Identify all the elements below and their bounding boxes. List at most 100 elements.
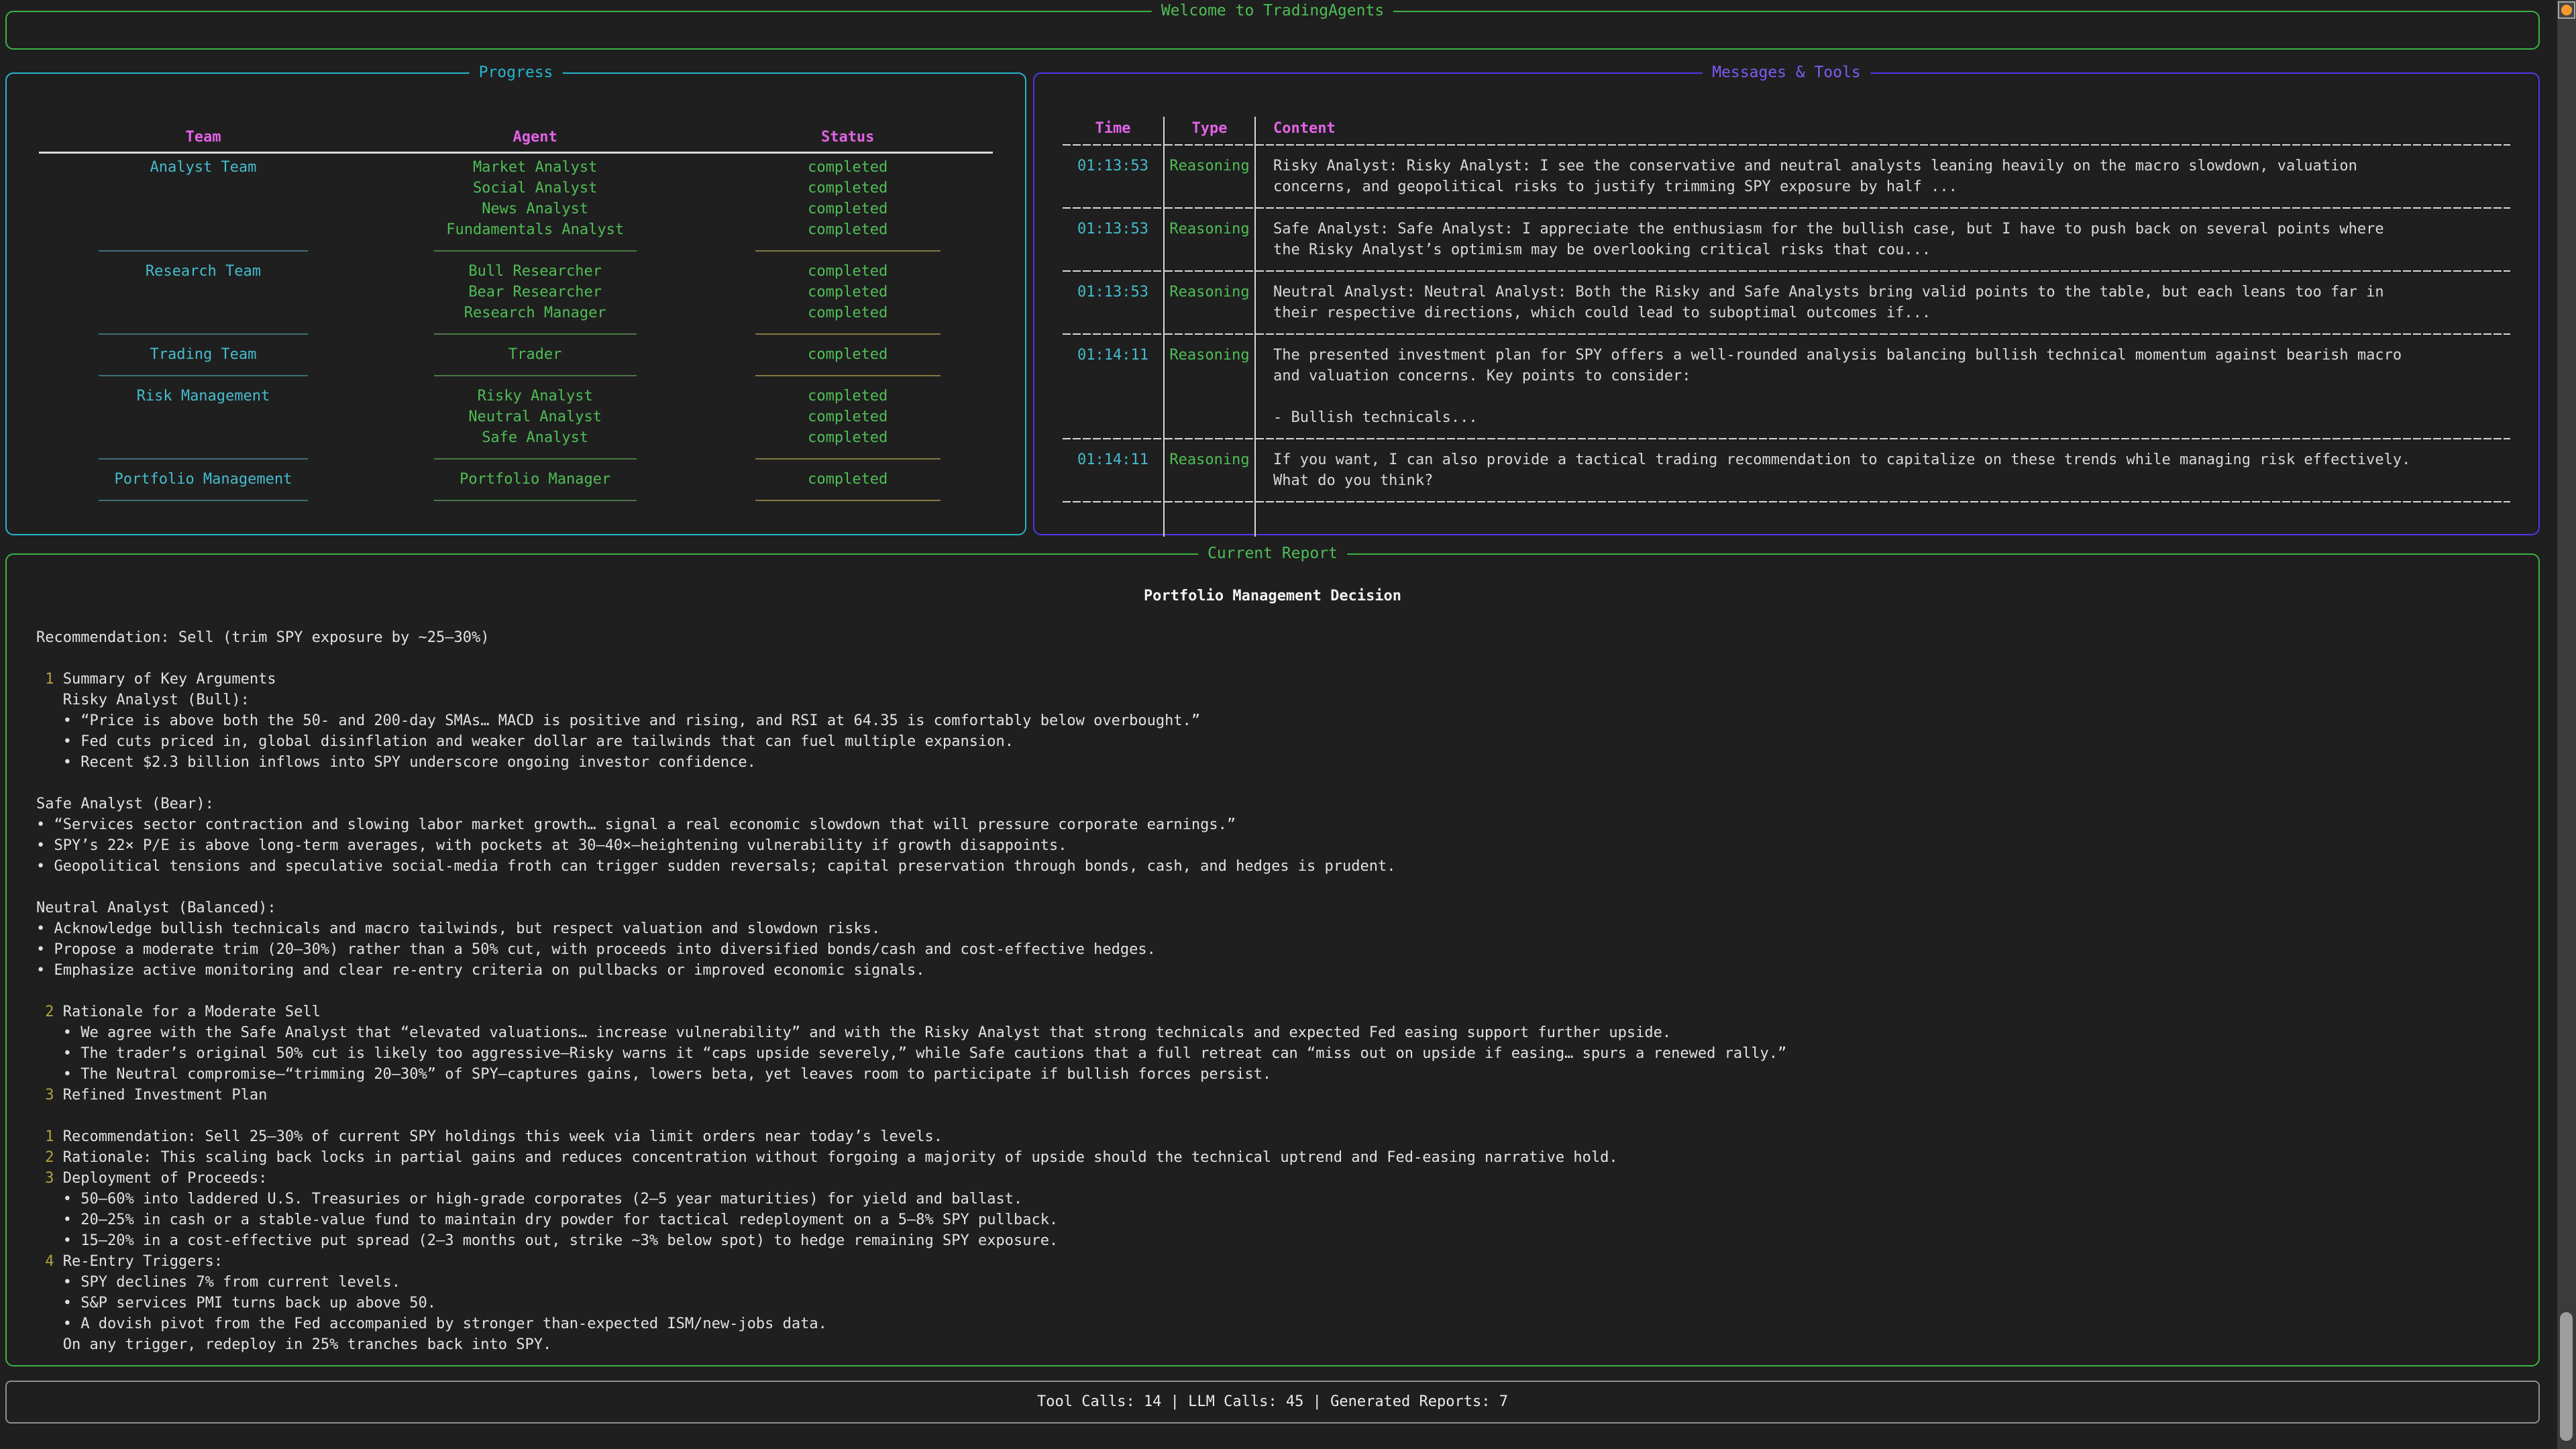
report-line: • “Services sector contraction and slowi… [36, 814, 2512, 835]
report-line: 3 Refined Investment Plan [36, 1085, 2512, 1106]
messages-table: Time Type Content 01:13:53ReasoningRisky… [1063, 117, 2510, 537]
report-line-text: • Fed cuts priced in, global disinflatio… [36, 733, 1014, 750]
messages-col-time: Time [1063, 117, 1165, 141]
report-line: • S&P services PMI turns back up above 5… [36, 1293, 2512, 1313]
report-line: • The trader’s original 50% cut is likel… [36, 1043, 2512, 1064]
report-line: • SPY’s 22× P/E is above long-term avera… [36, 835, 2512, 856]
progress-col-team: Team [35, 126, 372, 149]
report-line: 1 Recommendation: Sell 25–30% of current… [36, 1126, 2512, 1147]
report-body: Recommendation: Sell (trim SPY exposure … [36, 627, 2512, 1355]
progress-group-separator [698, 448, 997, 469]
progress-team-cell: Portfolio Management [35, 469, 372, 490]
progress-status-cell: completed [698, 303, 997, 323]
messages-header-rule [1256, 141, 2510, 149]
report-list-number: 2 [36, 1004, 63, 1020]
progress-status-cell: completed [698, 178, 997, 199]
message-content: Neutral Analyst: Neutral Analyst: Both t… [1256, 275, 2510, 330]
terminal-screen: Welcome to TradingAgents Progress Team A… [0, 0, 2576, 1449]
report-line-text: Deployment of Proceeds: [63, 1170, 268, 1187]
report-line-text: Safe Analyst (Bear): [36, 796, 214, 812]
report-line: • We agree with the Safe Analyst that “e… [36, 1022, 2512, 1043]
progress-group-separator [698, 365, 997, 386]
progress-agent-cell: Safe Analyst [372, 427, 699, 448]
message-row-rule [1165, 204, 1256, 212]
progress-status-cell: completed [698, 344, 997, 365]
report-heading: Portfolio Management Decision [7, 586, 2538, 606]
message-row-rule [1063, 435, 1165, 443]
progress-group-separator [372, 448, 699, 469]
progress-group-separator [698, 240, 997, 261]
message-row-rule [1165, 267, 1256, 275]
progress-agent-cell: Bear Researcher [372, 282, 699, 303]
report-list-number: 3 [36, 1170, 63, 1187]
report-panel: Current Report Portfolio Management Deci… [5, 553, 2540, 1366]
progress-group-separator [35, 448, 372, 469]
report-line-text: • SPY’s 22× P/E is above long-term avera… [36, 837, 1067, 854]
progress-team-cell: Risk Management [35, 386, 372, 407]
report-line-text: Risky Analyst (Bull): [36, 692, 250, 708]
report-line: • “Price is above both the 50- and 200-d… [36, 710, 2512, 731]
report-line [36, 648, 2512, 669]
progress-agent-cell: Bull Researcher [372, 261, 699, 282]
message-row-rule [1256, 330, 2510, 338]
report-line: • Emphasize active monitoring and clear … [36, 960, 2512, 981]
report-list-number: 4 [36, 1253, 63, 1270]
report-line-text: Recommendation: Sell 25–30% of current S… [63, 1128, 943, 1145]
progress-group-separator [35, 365, 372, 386]
report-line-text: • 50–60% into laddered U.S. Treasuries o… [36, 1191, 1022, 1208]
report-line: • 15–20% in a cost-effective put spread … [36, 1230, 2512, 1251]
report-list-number: 2 [36, 1149, 63, 1166]
progress-team-cell: Research Team [35, 261, 372, 282]
report-list-number: 1 [36, 671, 63, 688]
progress-team-cell [35, 282, 372, 303]
report-line: Risky Analyst (Bull): [36, 690, 2512, 710]
message-time: 01:14:11 [1063, 338, 1165, 435]
report-line: • SPY declines 7% from current levels. [36, 1272, 2512, 1293]
report-line-text: Refined Investment Plan [63, 1087, 268, 1104]
scrollbar-track[interactable] [2557, 0, 2576, 1449]
report-line-text: • 15–20% in a cost-effective put spread … [36, 1232, 1058, 1249]
messages-col-content: Content [1256, 117, 2510, 141]
report-line-text: • “Price is above both the 50- and 200-d… [36, 712, 1200, 729]
message-type: Reasoning [1165, 443, 1256, 498]
report-line [36, 773, 2512, 794]
messages-header-rule [1165, 141, 1256, 149]
report-line: 1 Summary of Key Arguments [36, 669, 2512, 690]
message-content: Risky Analyst: Risky Analyst: I see the … [1256, 149, 2510, 204]
report-line-text: • A dovish pivot from the Fed accompanie… [36, 1316, 827, 1332]
report-line [36, 981, 2512, 1002]
scroll-marker-button[interactable] [2558, 1, 2575, 19]
progress-team-cell: Analyst Team [35, 157, 372, 178]
progress-team-cell [35, 407, 372, 427]
report-line-text: Recommendation: Sell (trim SPY exposure … [36, 629, 490, 646]
report-line-text: • We agree with the Safe Analyst that “e… [36, 1024, 1671, 1041]
report-line-text: • Recent $2.3 billion inflows into SPY u… [36, 754, 756, 771]
progress-group-separator [372, 323, 699, 344]
message-time: 01:13:53 [1063, 275, 1165, 330]
progress-agent-cell: Trader [372, 344, 699, 365]
message-row-rule [1063, 330, 1165, 338]
progress-group-separator [372, 490, 699, 511]
report-line-text: Neutral Analyst (Balanced): [36, 900, 276, 916]
stats-footer: Tool Calls: 14 | LLM Calls: 45 | Generat… [5, 1381, 2540, 1424]
progress-col-status: Status [698, 126, 997, 149]
message-row-rule [1063, 267, 1165, 275]
report-line-text: • Emphasize active monitoring and clear … [36, 962, 925, 979]
progress-agent-cell: Risky Analyst [372, 386, 699, 407]
messages-header-rule [1063, 141, 1165, 149]
progress-group-separator [35, 490, 372, 511]
message-type: Reasoning [1165, 338, 1256, 435]
report-line: On any trigger, redeploy in 25% tranches… [36, 1334, 2512, 1355]
report-line: 4 Re-Entry Triggers: [36, 1251, 2512, 1272]
report-line [36, 877, 2512, 898]
report-line-text: On any trigger, redeploy in 25% tranches… [36, 1336, 551, 1353]
message-content: Safe Analyst: Safe Analyst: I appreciate… [1256, 212, 2510, 267]
progress-team-cell [35, 199, 372, 219]
report-line-text: • Acknowledge bullish technicals and mac… [36, 920, 880, 937]
message-time: 01:13:53 [1063, 149, 1165, 204]
report-line: • Recent $2.3 billion inflows into SPY u… [36, 752, 2512, 773]
progress-team-cell [35, 219, 372, 240]
scrollbar-thumb[interactable] [2560, 1312, 2573, 1441]
progress-team-cell [35, 178, 372, 199]
progress-status-cell: completed [698, 157, 997, 178]
